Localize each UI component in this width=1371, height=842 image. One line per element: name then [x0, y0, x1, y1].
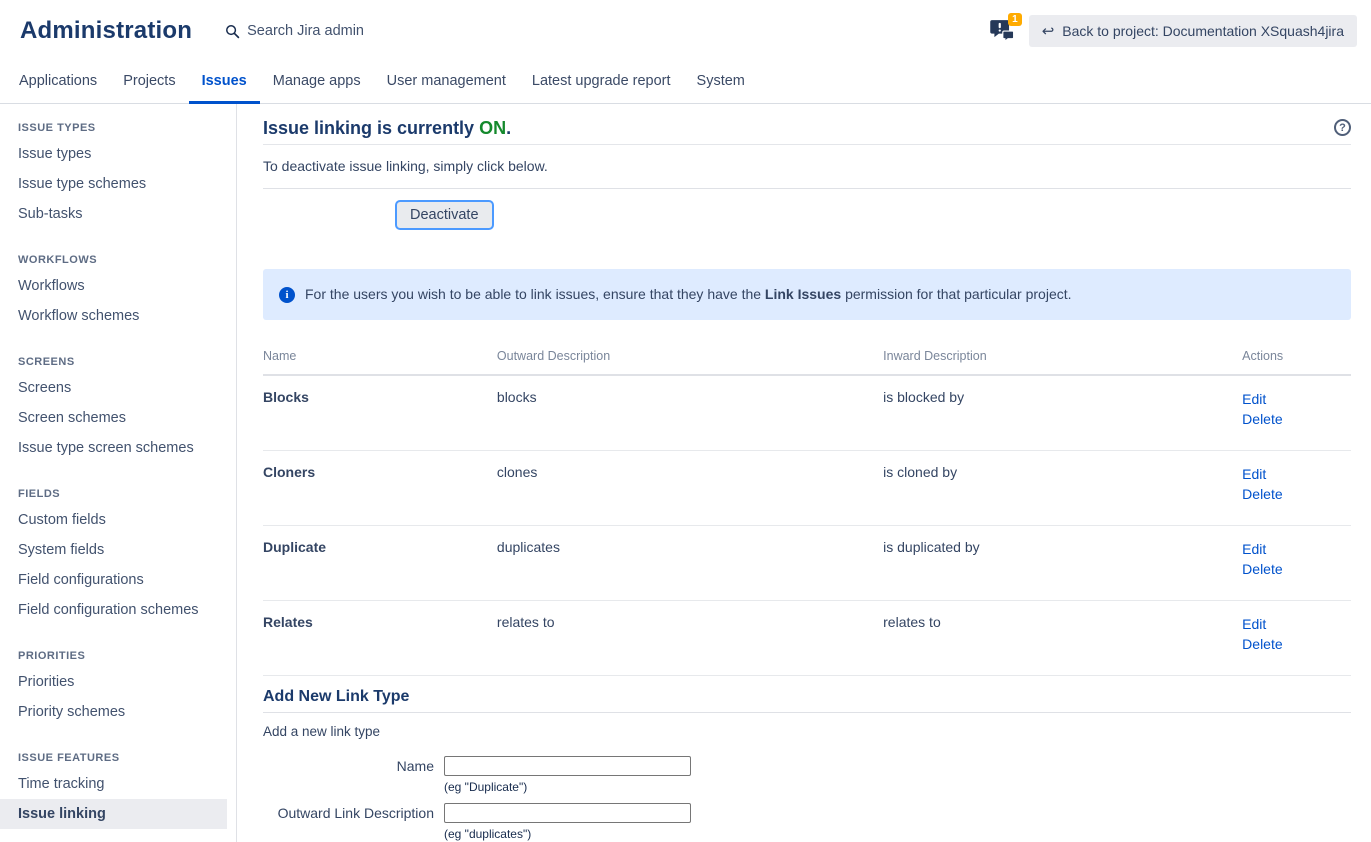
- delete-link[interactable]: Delete: [1242, 634, 1351, 654]
- notifications-button[interactable]: 1: [989, 17, 1019, 45]
- nav-tab-latest-upgrade-report[interactable]: Latest upgrade report: [519, 62, 684, 104]
- name-field-hint: (eg "Duplicate"): [444, 780, 691, 794]
- outward-description: blocks: [497, 375, 883, 451]
- admin-search[interactable]: [225, 23, 417, 39]
- column-header-inward: Inward Description: [883, 343, 1242, 375]
- sidebar-item-screen-schemes[interactable]: Screen schemes: [0, 403, 227, 433]
- sidebar-heading-priorities: PRIORITIES: [0, 625, 236, 667]
- nav-tab-applications[interactable]: Applications: [6, 62, 110, 104]
- back-to-project-label: Back to project: Documentation XSquash4j…: [1062, 23, 1344, 39]
- link-type-name: Duplicate: [263, 526, 497, 601]
- outward-field-row: Outward Link Description (eg "duplicates…: [263, 803, 1351, 841]
- help-icon[interactable]: ?: [1334, 119, 1351, 136]
- deactivate-button[interactable]: Deactivate: [395, 200, 494, 230]
- sidebar-heading-issue-types: ISSUE TYPES: [0, 108, 236, 139]
- divider: [263, 188, 1351, 189]
- delete-link[interactable]: Delete: [1242, 409, 1351, 429]
- sidebar-item-issue-types[interactable]: Issue types: [0, 139, 227, 169]
- sidebar-heading-fields: FIELDS: [0, 463, 236, 505]
- sidebar-item-issue-type-screen-schemes[interactable]: Issue type screen schemes: [0, 433, 227, 463]
- link-type-name: Cloners: [263, 451, 497, 526]
- outward-description: relates to: [497, 601, 883, 676]
- page-title: Administration: [20, 17, 192, 45]
- admin-header: Administration 1 ↩: [0, 0, 1371, 62]
- inward-description: is cloned by: [883, 451, 1242, 526]
- outward-description-input[interactable]: [444, 803, 691, 823]
- status-title-period: .: [506, 118, 511, 138]
- sidebar-item-custom-fields[interactable]: Custom fields: [0, 505, 227, 535]
- table-row: Cloners clones is cloned by Edit Delete: [263, 451, 1351, 526]
- back-to-project-button[interactable]: ↩ Back to project: Documentation XSquash…: [1029, 15, 1357, 47]
- nav-tab-system[interactable]: System: [684, 62, 758, 104]
- add-new-link-type-description: Add a new link type: [263, 724, 1351, 739]
- sidebar-item-priorities[interactable]: Priorities: [0, 667, 227, 697]
- inward-description: is blocked by: [883, 375, 1242, 451]
- sidebar-item-system-fields[interactable]: System fields: [0, 535, 227, 565]
- table-row: Relates relates to relates to Edit Delet…: [263, 601, 1351, 676]
- table-row: Duplicate duplicates is duplicated by Ed…: [263, 526, 1351, 601]
- name-field-label: Name: [263, 756, 444, 794]
- sidebar-heading-workflows: WORKFLOWS: [0, 229, 236, 271]
- sidebar-item-issue-type-schemes[interactable]: Issue type schemes: [0, 169, 227, 199]
- edit-link[interactable]: Edit: [1242, 464, 1351, 484]
- issue-linking-panel: Issue linking is currently ON. ? To deac…: [237, 104, 1371, 842]
- column-header-actions: Actions: [1242, 343, 1351, 375]
- edit-link[interactable]: Edit: [1242, 389, 1351, 409]
- outward-description: clones: [497, 451, 883, 526]
- link-name-input[interactable]: [444, 756, 691, 776]
- nav-tab-manage-apps[interactable]: Manage apps: [260, 62, 374, 104]
- link-type-name: Blocks: [263, 375, 497, 451]
- sidebar-heading-screens: SCREENS: [0, 331, 236, 373]
- edit-link[interactable]: Edit: [1242, 539, 1351, 559]
- table-header-row: Name Outward Description Inward Descript…: [263, 343, 1351, 375]
- table-row: Blocks blocks is blocked by Edit Delete: [263, 375, 1351, 451]
- delete-link[interactable]: Delete: [1242, 484, 1351, 504]
- status-title-text: Issue linking is currently: [263, 118, 479, 138]
- sidebar-item-workflow-schemes[interactable]: Workflow schemes: [0, 301, 227, 331]
- info-banner-text: For the users you wish to be able to lin…: [305, 286, 1072, 302]
- deactivate-hint: To deactivate issue linking, simply clic…: [263, 158, 1351, 174]
- nav-tab-projects[interactable]: Projects: [110, 62, 188, 104]
- column-header-name: Name: [263, 343, 497, 375]
- link-type-name: Relates: [263, 601, 497, 676]
- outward-field-hint: (eg "duplicates"): [444, 827, 691, 841]
- sidebar-item-sub-tasks[interactable]: Sub-tasks: [0, 199, 227, 229]
- info-text-before: For the users you wish to be able to lin…: [305, 286, 765, 302]
- notification-badge: 1: [1008, 13, 1022, 26]
- sidebar-heading-issue-features: ISSUE FEATURES: [0, 727, 236, 769]
- outward-field-label: Outward Link Description: [263, 803, 444, 841]
- sidebar-item-time-tracking[interactable]: Time tracking: [0, 769, 227, 799]
- sidebar-item-workflows[interactable]: Workflows: [0, 271, 227, 301]
- outward-description: duplicates: [497, 526, 883, 601]
- edit-link[interactable]: Edit: [1242, 614, 1351, 634]
- delete-link[interactable]: Delete: [1242, 559, 1351, 579]
- info-text-after: permission for that particular project.: [841, 286, 1071, 302]
- nav-tab-issues[interactable]: Issues: [189, 62, 260, 104]
- column-header-outward: Outward Description: [497, 343, 883, 375]
- sidebar-item-priority-schemes[interactable]: Priority schemes: [0, 697, 227, 727]
- nav-tab-user-management[interactable]: User management: [374, 62, 519, 104]
- sidebar-item-screens[interactable]: Screens: [0, 373, 227, 403]
- sidebar-item-issue-linking[interactable]: Issue linking: [0, 799, 227, 829]
- add-new-link-type-heading: Add New Link Type: [263, 688, 1351, 713]
- link-types-table: Name Outward Description Inward Descript…: [263, 343, 1351, 676]
- sidebar: ISSUE TYPES Issue types Issue type schem…: [0, 104, 237, 842]
- status-title: Issue linking is currently ON.: [263, 118, 511, 139]
- status-on-value: ON: [479, 118, 506, 138]
- info-icon: i: [279, 287, 295, 303]
- name-field-row: Name (eg "Duplicate"): [263, 756, 1351, 794]
- search-input[interactable]: [247, 23, 417, 39]
- sidebar-item-field-configuration-schemes[interactable]: Field configuration schemes: [0, 595, 227, 625]
- sidebar-item-field-configurations[interactable]: Field configurations: [0, 565, 227, 595]
- info-text-bold: Link Issues: [765, 286, 841, 302]
- inward-description: is duplicated by: [883, 526, 1242, 601]
- inward-description: relates to: [883, 601, 1242, 676]
- back-arrow-icon: ↩: [1042, 24, 1055, 39]
- search-icon: [225, 24, 240, 39]
- info-banner: i For the users you wish to be able to l…: [263, 269, 1351, 320]
- admin-nav: Applications Projects Issues Manage apps…: [0, 62, 1371, 104]
